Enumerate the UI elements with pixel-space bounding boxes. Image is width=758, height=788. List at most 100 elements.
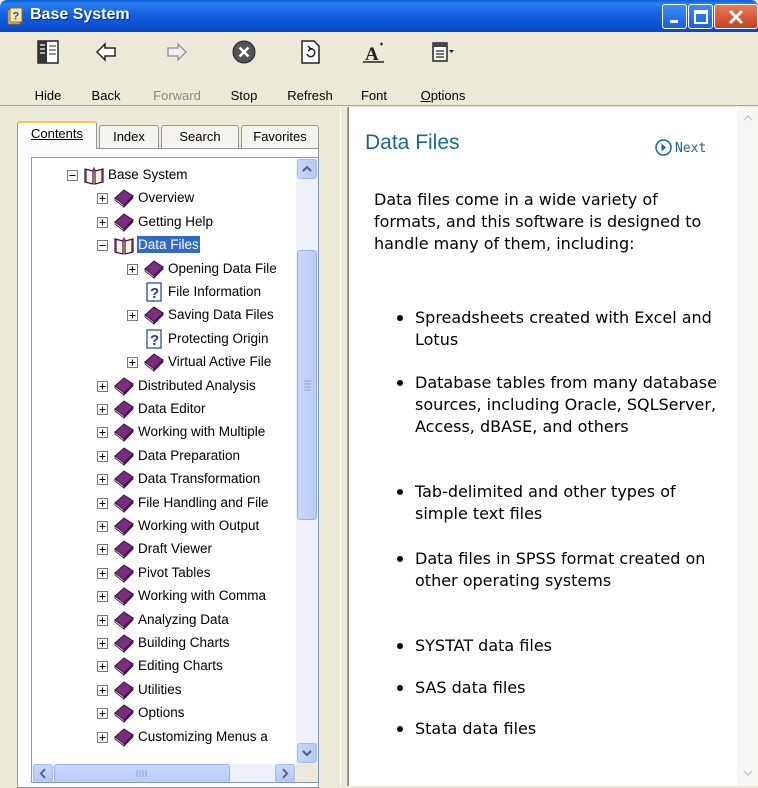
tree-item[interactable]: Data Editor [32,398,296,420]
collapse-icon[interactable] [67,170,78,181]
expand-icon[interactable] [97,404,108,415]
svg-text:?: ? [13,11,20,23]
title-bar[interactable]: ? Base System [0,0,758,32]
tree-item-label: File Information [168,284,262,299]
scroll-down-button[interactable] [297,743,317,763]
expand-icon[interactable] [97,498,108,509]
expand-icon[interactable] [97,217,108,228]
tree-item[interactable]: Getting Help [32,211,296,233]
tree-item[interactable]: Pivot Tables [32,562,296,584]
expand-icon[interactable] [97,451,108,462]
tree-item[interactable]: Saving Data Files [32,304,296,326]
expand-icon[interactable] [97,193,108,204]
refresh-icon [301,40,320,64]
tab-contents[interactable]: Contents [17,121,97,149]
options-button[interactable]: Options [410,36,476,104]
contents-tree[interactable]: Base System Overview Getting Help Data File… [32,158,296,764]
expand-icon[interactable] [97,661,108,672]
maximize-button[interactable] [688,4,713,29]
book-icon [114,494,134,513]
tab-index[interactable]: Index [99,125,159,148]
scroll-up-button[interactable] [297,159,317,179]
tree-item[interactable]: Analyzing Data [32,609,296,631]
help-app-icon: ? [7,7,23,25]
tree-item[interactable]: ? File Information [32,281,296,303]
stop-label: Stop [230,88,258,103]
expand-icon[interactable] [97,381,108,392]
open-book-icon [114,236,134,255]
expand-icon[interactable] [97,568,108,579]
collapse-icon[interactable] [97,240,108,251]
topic-content-pane: Data Files Next Data files come in a wid… [348,107,758,786]
close-button[interactable] [714,4,758,29]
list-item-text: Data files in SPSS format created on oth… [415,549,706,590]
pane-splitter[interactable] [340,107,348,786]
tree-item[interactable]: Virtual Active File [32,351,296,373]
scroll-thumb[interactable] [297,250,317,520]
tree-vertical-scrollbar[interactable] [296,158,318,764]
expand-icon[interactable] [97,685,108,696]
horizontal-scroll-thumb[interactable] [54,764,230,782]
list-item-text: SYSTAT data files [415,636,553,655]
expand-icon[interactable] [127,264,138,275]
expand-icon[interactable] [97,708,108,719]
expand-icon[interactable] [97,732,108,743]
help-window: ? Base System Hide Back Forward Stop Ref… [0,0,758,788]
chevron-up-icon [743,114,753,121]
hide-button[interactable]: Hide [24,36,72,104]
tree-item[interactable]: Data Preparation [32,445,296,467]
expand-icon[interactable] [97,638,108,649]
help-page-icon: ? [146,282,162,302]
tab-search[interactable]: Search [161,125,239,148]
content-scroll-down[interactable] [739,764,757,782]
tree-item[interactable]: Options [32,702,296,724]
close-icon [728,9,744,25]
tree-item[interactable]: Working with Comma [32,585,296,607]
tree-item[interactable]: Data Transformation [32,468,296,490]
tree-item[interactable]: Draft Viewer [32,538,296,560]
scroll-right-button[interactable] [275,764,295,782]
expand-icon[interactable] [97,615,108,626]
tree-item[interactable]: Overview [32,187,296,209]
tree-item[interactable]: Distributed Analysis [32,375,296,397]
scroll-left-button[interactable] [33,764,53,782]
tree-item[interactable]: Data Files [32,234,296,256]
expand-icon[interactable] [97,544,108,555]
tree-item[interactable]: Base System [32,164,296,186]
help-page-icon: ? [146,329,162,349]
font-icon: A [363,42,384,65]
expand-icon[interactable] [127,310,138,321]
refresh-button[interactable]: Refresh [278,36,342,104]
tree-item[interactable]: File Handling and File [32,492,296,514]
stop-button[interactable]: Stop [224,36,264,104]
minimize-button[interactable] [662,4,687,29]
tree-item[interactable]: Editing Charts [32,655,296,677]
tree-item[interactable]: ? Protecting Origin [32,328,296,350]
options-label: Options [420,88,466,103]
tree-item[interactable]: Opening Data File [32,258,296,280]
font-button[interactable]: A Font [352,36,396,104]
tab-favorites[interactable]: Favorites [241,125,319,148]
tree-item[interactable]: Utilities [32,679,296,701]
tree-horizontal-scrollbar[interactable] [32,764,296,782]
hide-label: Hide [34,88,62,103]
content-vertical-scrollbar[interactable] [737,107,758,786]
expand-icon[interactable] [97,591,108,602]
list-item-text: Tab-delimited and other types of simple … [415,482,676,523]
expand-icon[interactable] [97,521,108,532]
tree-item[interactable]: Working with Output [32,515,296,537]
expand-icon[interactable] [97,474,108,485]
tree-item[interactable]: Working with Multiple [32,421,296,443]
tree-item[interactable]: Customizing Menus a [32,726,296,748]
forward-button[interactable]: Forward [145,36,209,104]
grip-icon [136,770,147,777]
chevron-down-icon [302,750,312,757]
content-scroll-up[interactable] [739,109,757,127]
forward-arrow-icon [167,42,188,62]
refresh-label: Refresh [287,88,333,103]
expand-icon[interactable] [127,357,138,368]
tree-item[interactable]: Building Charts [32,632,296,654]
back-button[interactable]: Back [84,36,128,104]
expand-icon[interactable] [97,427,108,438]
tree-item-label: Data Files [137,236,200,253]
